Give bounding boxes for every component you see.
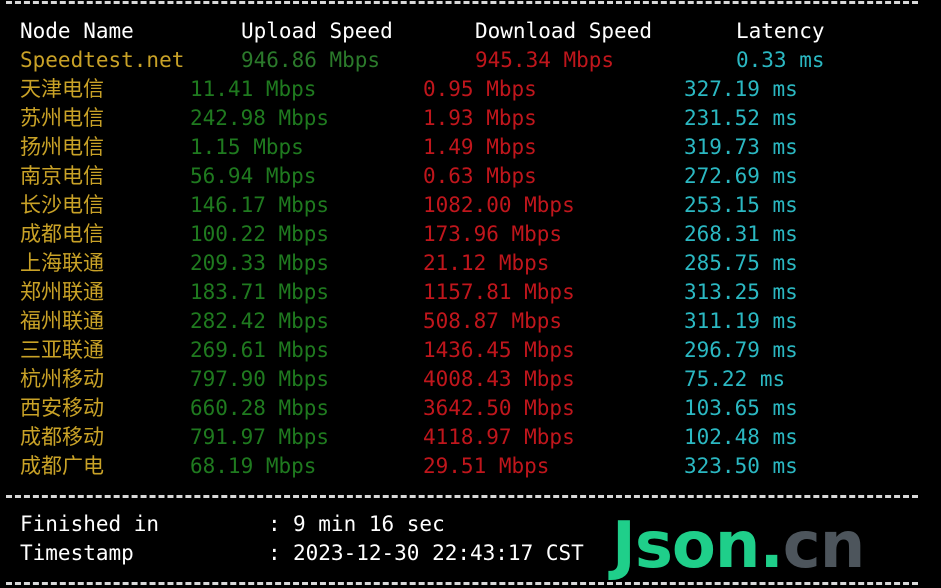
download-speed: 173.96 Mbps <box>423 222 563 246</box>
latency: 285.75 ms <box>684 251 798 275</box>
node-name: 天津电信 <box>20 77 104 101</box>
download-speed: 945.34 Mbps <box>475 48 615 72</box>
node-name: 成都电信 <box>20 222 104 246</box>
table-row: Speedtest.net 946.86 Mbps 945.34 Mbps 0.… <box>0 46 941 75</box>
timestamp-value: 2023-12-30 22:43:17 CST <box>293 541 584 565</box>
table-row: 西安移动 660.28 Mbps 3642.50 Mbps 103.65 ms <box>0 394 941 423</box>
latency: 0.33 ms <box>736 48 825 72</box>
header-upload-speed: Upload Speed <box>241 19 393 43</box>
node-name: Speedtest.net <box>20 48 185 72</box>
latency: 327.19 ms <box>684 77 798 101</box>
table-header: Node Name Upload Speed Download Speed La… <box>0 17 941 46</box>
upload-speed: 791.97 Mbps <box>190 425 330 449</box>
upload-speed: 209.33 Mbps <box>190 251 330 275</box>
node-name: 苏州电信 <box>20 106 104 130</box>
table-row: 南京电信 56.94 Mbps 0.63 Mbps 272.69 ms <box>0 162 941 191</box>
node-name: 成都广电 <box>20 454 104 478</box>
node-name: 长沙电信 <box>20 193 104 217</box>
terminal-output: Node Name Upload Speed Download Speed La… <box>0 0 941 588</box>
latency: 253.15 ms <box>684 193 798 217</box>
upload-speed: 56.94 Mbps <box>190 164 317 188</box>
upload-speed: 146.17 Mbps <box>190 193 330 217</box>
node-name: 西安移动 <box>20 396 104 420</box>
upload-speed: 1.15 Mbps <box>190 135 304 159</box>
upload-speed: 946.86 Mbps <box>241 48 381 72</box>
latency: 311.19 ms <box>684 309 798 333</box>
upload-speed: 242.98 Mbps <box>190 106 330 130</box>
download-speed: 508.87 Mbps <box>423 309 563 333</box>
node-name: 杭州移动 <box>20 367 104 391</box>
separator: : <box>268 541 281 565</box>
table-row: 天津电信 11.41 Mbps 0.95 Mbps 327.19 ms <box>0 75 941 104</box>
node-name: 郑州联通 <box>20 280 104 304</box>
table-row: 福州联通 282.42 Mbps 508.87 Mbps 311.19 ms <box>0 307 941 336</box>
latency: 102.48 ms <box>684 425 798 449</box>
upload-speed: 183.71 Mbps <box>190 280 330 304</box>
header-download-speed: Download Speed <box>475 19 653 43</box>
upload-speed: 68.19 Mbps <box>190 454 317 478</box>
timestamp-label: Timestamp <box>20 541 134 565</box>
latency: 272.69 ms <box>684 164 798 188</box>
watermark-logo: Json.cn <box>612 508 865 584</box>
finished-value: 9 min 16 sec <box>293 512 445 536</box>
table-row: 成都移动 791.97 Mbps 4118.97 Mbps 102.48 ms <box>0 423 941 452</box>
latency: 313.25 ms <box>684 280 798 304</box>
divider-middle <box>6 495 918 498</box>
separator: : <box>268 512 281 536</box>
finished-label: Finished in <box>20 512 160 536</box>
download-speed: 1.93 Mbps <box>423 106 537 130</box>
download-speed: 0.63 Mbps <box>423 164 537 188</box>
upload-speed: 797.90 Mbps <box>190 367 330 391</box>
latency: 323.50 ms <box>684 454 798 478</box>
download-speed: 29.51 Mbps <box>423 454 550 478</box>
upload-speed: 269.61 Mbps <box>190 338 330 362</box>
table-row: 三亚联通 269.61 Mbps 1436.45 Mbps 296.79 ms <box>0 336 941 365</box>
header-node-name: Node Name <box>20 19 134 43</box>
download-speed: 4008.43 Mbps <box>423 367 575 391</box>
download-speed: 21.12 Mbps <box>423 251 550 275</box>
table-row: 苏州电信 242.98 Mbps 1.93 Mbps 231.52 ms <box>0 104 941 133</box>
watermark-json: Json <box>612 509 760 583</box>
divider-bottom <box>6 582 918 585</box>
node-name: 南京电信 <box>20 164 104 188</box>
table-row: 上海联通 209.33 Mbps 21.12 Mbps 285.75 ms <box>0 249 941 278</box>
watermark-dot: . <box>759 509 783 583</box>
upload-speed: 100.22 Mbps <box>190 222 330 246</box>
table-row: 扬州电信 1.15 Mbps 1.49 Mbps 319.73 ms <box>0 133 941 162</box>
upload-speed: 11.41 Mbps <box>190 77 317 101</box>
latency: 231.52 ms <box>684 106 798 130</box>
table-row: 长沙电信 146.17 Mbps 1082.00 Mbps 253.15 ms <box>0 191 941 220</box>
latency: 268.31 ms <box>684 222 798 246</box>
divider-top <box>6 1 918 4</box>
node-name: 扬州电信 <box>20 135 104 159</box>
latency: 319.73 ms <box>684 135 798 159</box>
download-speed: 1.49 Mbps <box>423 135 537 159</box>
download-speed: 1157.81 Mbps <box>423 280 575 304</box>
upload-speed: 282.42 Mbps <box>190 309 330 333</box>
download-speed: 3642.50 Mbps <box>423 396 575 420</box>
node-name: 上海联通 <box>20 251 104 275</box>
node-name: 三亚联通 <box>20 338 104 362</box>
upload-speed: 660.28 Mbps <box>190 396 330 420</box>
download-speed: 1082.00 Mbps <box>423 193 575 217</box>
table-row: 杭州移动 797.90 Mbps 4008.43 Mbps 75.22 ms <box>0 365 941 394</box>
table-row: 成都广电 68.19 Mbps 29.51 Mbps 323.50 ms <box>0 452 941 481</box>
table-row: 成都电信 100.22 Mbps 173.96 Mbps 268.31 ms <box>0 220 941 249</box>
download-speed: 4118.97 Mbps <box>423 425 575 449</box>
latency: 296.79 ms <box>684 338 798 362</box>
node-name: 成都移动 <box>20 425 104 449</box>
table-row: 郑州联通 183.71 Mbps 1157.81 Mbps 313.25 ms <box>0 278 941 307</box>
download-speed: 1436.45 Mbps <box>423 338 575 362</box>
node-name: 福州联通 <box>20 309 104 333</box>
header-latency: Latency <box>736 19 825 43</box>
latency: 103.65 ms <box>684 396 798 420</box>
latency: 75.22 ms <box>684 367 786 391</box>
watermark-cn: cn <box>782 509 865 583</box>
download-speed: 0.95 Mbps <box>423 77 537 101</box>
